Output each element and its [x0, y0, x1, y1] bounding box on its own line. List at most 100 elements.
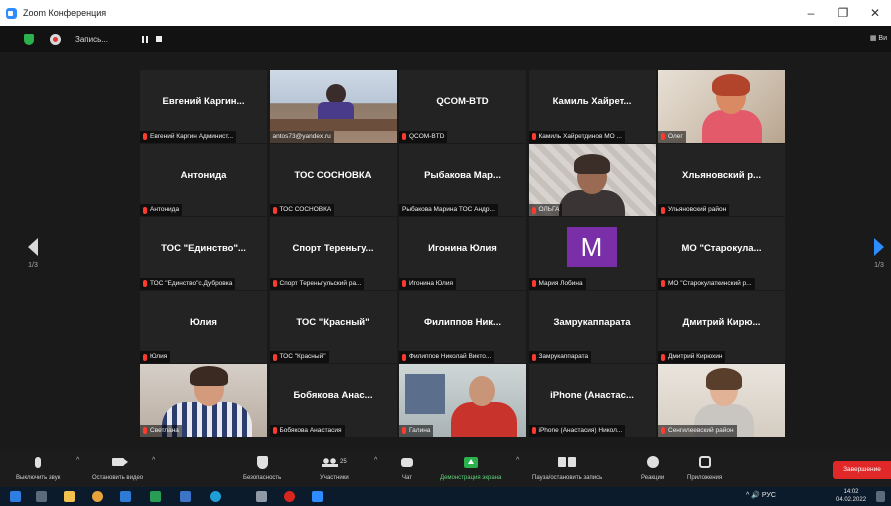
- apps-label: Приложения: [687, 475, 723, 481]
- video-options-chevron-icon[interactable]: ^: [152, 457, 155, 464]
- participant-tile[interactable]: Камиль Хайрет... Камиль Хайретдинов МО ..…: [528, 70, 656, 143]
- participant-label: Юлия: [140, 351, 171, 364]
- share-screen-button[interactable]: Демонстрация экрана: [440, 453, 501, 481]
- participant-tile[interactable]: Спорт Тереньгу... Спорт Тереньгульский ра…: [269, 217, 397, 290]
- apps-button[interactable]: Приложения: [687, 453, 722, 481]
- participant-tile[interactable]: Галина: [399, 364, 526, 437]
- participants-button[interactable]: 25 Участники: [320, 453, 349, 481]
- edge-icon[interactable]: [210, 491, 221, 502]
- notepad-icon[interactable]: [256, 491, 267, 502]
- next-page-button[interactable]: 1/3: [874, 238, 884, 269]
- outlook-icon[interactable]: [180, 491, 191, 502]
- participant-tile[interactable]: ОЛЬГА: [528, 143, 656, 217]
- share-options-chevron-icon[interactable]: ^: [516, 457, 519, 464]
- participant-label-text: Спорт Тереньгульский ра...: [279, 279, 362, 287]
- participant-tile[interactable]: Рыбакова Мар... Рыбакова Марина ТОС Андр.…: [399, 143, 526, 217]
- participants-label: Участники: [320, 475, 349, 481]
- view-toggle-button[interactable]: ▦ Ви: [870, 34, 887, 42]
- participant-label: antos73@yandex.ru: [269, 130, 334, 143]
- meeting-status-bar: Запись... ▦ Ви: [0, 26, 891, 52]
- task-view-icon[interactable]: [36, 491, 47, 502]
- notifications-icon[interactable]: [876, 491, 885, 502]
- security-shield-icon[interactable]: [24, 33, 34, 45]
- muted-mic-icon: [143, 206, 147, 214]
- stop-video-button[interactable]: Остановить видео: [92, 453, 143, 481]
- security-button[interactable]: Безопасность: [243, 453, 281, 481]
- pause-recording-icon[interactable]: [141, 35, 148, 43]
- excel-icon[interactable]: [150, 491, 161, 502]
- minimize-button[interactable]: –: [795, 0, 827, 26]
- participant-tile[interactable]: ТОС СОСНОВКА ТОС СОСНОВКА: [269, 143, 397, 217]
- participant-label: Дмитрий Кирюхин: [658, 351, 726, 364]
- share-screen-label: Демонстрация экрана: [440, 475, 502, 481]
- participant-label-text: Дмитрий Кирюхин: [668, 353, 723, 361]
- participant-tile[interactable]: M Мария Лобина: [528, 217, 656, 290]
- participant-name: Юлия: [190, 316, 217, 328]
- system-tray[interactable]: ^ 🔊 РУС: [746, 491, 776, 499]
- muted-mic-icon: [531, 133, 536, 141]
- participant-tile[interactable]: iPhone (Анастас... iPhone (Анастасия) Ник…: [528, 364, 656, 437]
- muted-mic-icon: [531, 280, 536, 288]
- close-button[interactable]: ✕: [859, 0, 891, 26]
- word-icon[interactable]: [120, 491, 131, 502]
- muted-mic-icon: [661, 427, 665, 435]
- participant-name: ТОС СОСНОВКА: [294, 169, 372, 181]
- participant-tile[interactable]: Хльяновский р... Ульяновский район: [658, 143, 785, 217]
- file-explorer-icon[interactable]: [64, 491, 75, 502]
- muted-mic-icon: [661, 206, 665, 214]
- participant-label-text: QCOM-BTD: [409, 132, 445, 140]
- participant-tile[interactable]: Антонида Антонида: [140, 143, 267, 217]
- participant-tile[interactable]: Игонина Юлия Игонина Юлия: [399, 217, 526, 290]
- muted-mic-icon: [402, 280, 406, 288]
- participant-label-text: iPhone (Анастасия) Никол...: [538, 426, 623, 434]
- participant-label: ТОС "Единство"с.Дубровка: [140, 277, 236, 290]
- participant-tile[interactable]: МО "Старокула... МО "Старокулаткинский р.…: [658, 217, 785, 290]
- participant-tile[interactable]: Дмитрий Кирю... Дмитрий Кирюхин: [658, 290, 785, 364]
- reactions-button[interactable]: Реакции: [641, 453, 664, 481]
- windows-start-icon[interactable]: [10, 491, 21, 502]
- participants-options-chevron-icon[interactable]: ^: [374, 457, 377, 464]
- participant-label-text: Юлия: [150, 353, 168, 361]
- participant-tile[interactable]: ТОС "Красный" ТОС "Красный": [269, 290, 397, 364]
- chat-button[interactable]: Чат: [401, 453, 413, 481]
- smiley-icon: [646, 456, 659, 468]
- stop-recording-icon[interactable]: [155, 36, 162, 42]
- mute-button[interactable]: Выключить звук: [16, 453, 60, 481]
- participant-tile[interactable]: QCOM-BTD QCOM-BTD: [399, 70, 526, 143]
- participant-label: Ульяновский район: [658, 204, 730, 217]
- chrome-icon[interactable]: [92, 491, 103, 502]
- prev-page-button[interactable]: 1/3: [28, 238, 38, 269]
- participant-name: QCOM-BTD: [436, 96, 489, 107]
- participant-tile[interactable]: Филиппов Ник... Филиппов Николай Викто...: [399, 290, 526, 364]
- participant-label-text: Сенгилеевский район: [668, 426, 734, 434]
- participant-label-text: Антонида: [150, 206, 180, 214]
- muted-mic-icon: [531, 353, 536, 361]
- end-meeting-button[interactable]: Завершение: [833, 461, 891, 479]
- muted-mic-icon: [531, 206, 536, 214]
- participant-label-text: ТОС "Красный": [279, 353, 326, 361]
- audio-options-chevron-icon[interactable]: ^: [76, 457, 79, 464]
- participant-name: Игонина Юлия: [428, 243, 497, 255]
- participant-tile[interactable]: Евгений Каргин... Евгений Каргин Админист…: [140, 70, 267, 143]
- taskbar-clock[interactable]: 14:02 04.02.2022: [836, 488, 866, 504]
- meeting-toolbar: Выключить звук ^ Остановить видео ^ Безо…: [0, 449, 891, 487]
- participant-tile[interactable]: Бобякова Анас... Бобякова Анастасия: [269, 364, 397, 437]
- participant-tile[interactable]: Светлана: [140, 364, 267, 437]
- participant-label-text: Олег: [668, 132, 683, 140]
- participant-label: Бобякова Анастасия: [269, 424, 345, 437]
- participant-label: iPhone (Анастасия) Никол...: [528, 424, 626, 437]
- participant-tile[interactable]: antos73@yandex.ru: [269, 70, 397, 143]
- participant-tile[interactable]: Юлия Юлия: [140, 290, 267, 364]
- participant-tile[interactable]: ТОС "Единство"... ТОС "Единство"с.Дубровк…: [140, 217, 267, 290]
- participant-tile[interactable]: Сенгилеевский район: [658, 364, 785, 437]
- participant-tile[interactable]: Олег: [658, 70, 785, 143]
- zoom-taskbar-icon[interactable]: [312, 491, 323, 502]
- participants-icon: [321, 457, 338, 467]
- maximize-button[interactable]: ❐: [827, 0, 859, 26]
- pause-recording-button[interactable]: Пауза/остановить запись: [532, 453, 602, 481]
- participant-tile[interactable]: Замрукаппарата Замрукаппарата: [528, 290, 656, 364]
- participant-name: ТОС "Единство"...: [161, 243, 246, 255]
- opera-icon[interactable]: [284, 491, 295, 502]
- participant-label-text: Игонина Юлия: [409, 279, 453, 287]
- page-indicator-right: 1/3: [874, 262, 884, 269]
